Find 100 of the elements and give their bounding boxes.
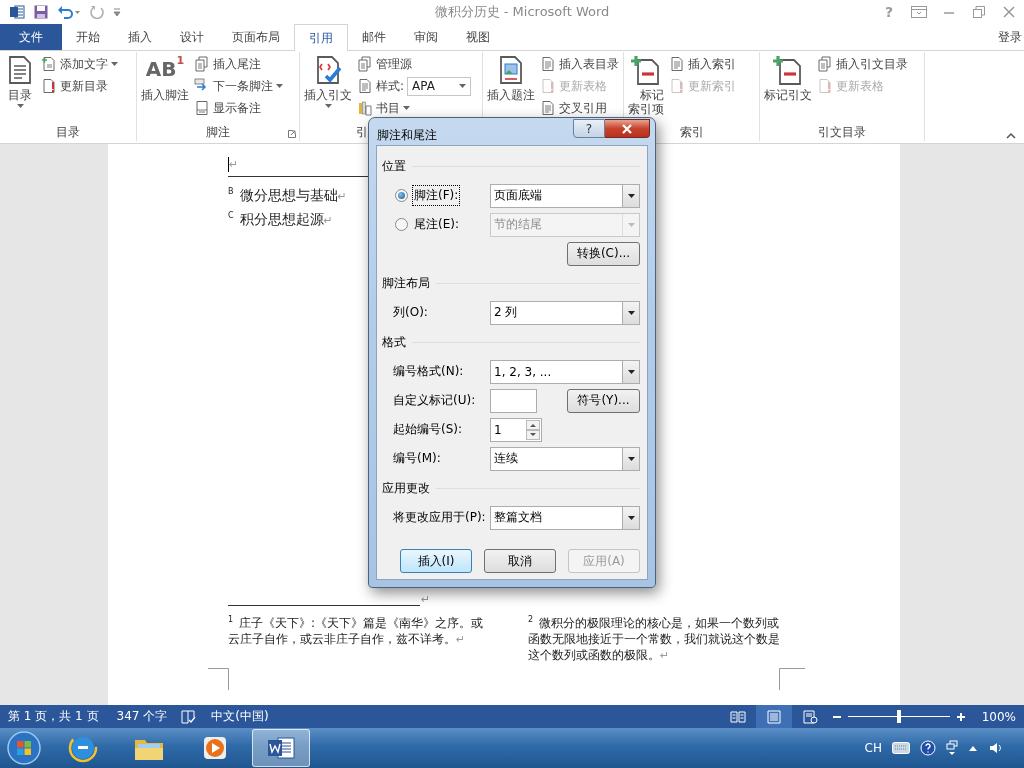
- page-lines-icon: [540, 100, 556, 116]
- ribbon-button[interactable]: 管理源: [355, 53, 474, 75]
- ribbon-button[interactable]: 更新目录: [39, 75, 120, 97]
- print-layout-icon[interactable]: [755, 705, 792, 728]
- endnote-text: $^{C}$ 积分思想起源↵: [228, 209, 333, 229]
- field-label: 编号格式(N):: [392, 363, 465, 380]
- ribbon-button[interactable]: 目录: [2, 52, 38, 110]
- dialog-button[interactable]: 取消: [484, 549, 556, 573]
- caret-icon: [627, 193, 635, 198]
- caret-icon: [459, 84, 467, 88]
- input-language[interactable]: CH: [864, 741, 882, 755]
- ribbon-button[interactable]: 标记引文: [762, 52, 814, 104]
- caret-icon: [627, 515, 635, 520]
- page-alert-icon: [540, 78, 556, 94]
- page-alert-icon: [669, 78, 685, 94]
- ribbon-display-icon[interactable]: [911, 6, 927, 18]
- dropdown-field[interactable]: 连续: [490, 446, 640, 471]
- radio-label: 尾注(E):: [413, 216, 460, 233]
- caret-icon: [627, 310, 635, 315]
- dialog-help-button[interactable]: ?: [573, 119, 605, 138]
- ribbon-tab[interactable]: 引用: [294, 24, 348, 51]
- page-alert-icon: [817, 78, 833, 94]
- group-label: 引文目录: [818, 123, 866, 141]
- group-label: 引: [356, 123, 368, 141]
- dropdown-field[interactable]: 1, 2, 3, ...: [490, 359, 640, 384]
- page-lines-icon: [669, 56, 685, 72]
- word-icon[interactable]: [252, 729, 310, 767]
- ribbon-button[interactable]: 添加文字: [39, 53, 120, 75]
- dropdown-field[interactable]: 页面底端: [490, 183, 640, 208]
- sign-in-link[interactable]: 登录: [998, 28, 1024, 46]
- page-lines-icon: [357, 78, 373, 94]
- page-alert-icon: [41, 78, 57, 94]
- caret-icon: [627, 456, 635, 461]
- paragraph-mark: ↵: [229, 157, 239, 171]
- dropdown-field[interactable]: 2 列: [490, 300, 640, 325]
- caret-icon: [627, 222, 635, 227]
- restore-icon[interactable]: [973, 6, 985, 18]
- input-field[interactable]: [490, 388, 537, 413]
- crop-mark: [208, 668, 229, 690]
- ribbon-button[interactable]: 书目: [355, 97, 474, 119]
- field-label: 列(O):: [392, 304, 429, 321]
- books-icon: [357, 100, 373, 116]
- dialog-title: 脚注和尾注: [376, 127, 437, 144]
- symbol-button[interactable]: 符号(Y)...: [567, 388, 640, 413]
- section-heading: 应用更改: [382, 479, 430, 497]
- footnote-text: $^{2}$ 微积分的极限理论的核心是，如果一个数列或函数无限地接近于一个常数，我们就说这个数是这个数列或函数的极限。↵: [528, 614, 781, 664]
- style-dropdown[interactable]: APA: [407, 76, 472, 96]
- word-count[interactable]: 347 个字: [116, 708, 168, 725]
- ribbon-button[interactable]: 插入引文: [302, 52, 354, 110]
- radio-label: 脚注(F):: [412, 185, 461, 206]
- zoom-in-icon[interactable]: [955, 711, 966, 722]
- crop-mark: [779, 668, 805, 690]
- ribbon-button[interactable]: 插入题注: [485, 52, 537, 104]
- group-label: 脚注: [206, 123, 230, 141]
- dropdown-field[interactable]: 整篇文档: [490, 505, 640, 530]
- zoom-slider-thumb[interactable]: [896, 710, 901, 723]
- ribbon-button[interactable]: 显示备注: [192, 97, 285, 119]
- close-icon: [621, 123, 633, 134]
- customize-icon[interactable]: [113, 7, 121, 17]
- page-lines-icon: [540, 56, 556, 72]
- group-label: 索引: [679, 123, 704, 141]
- window-title: 微积分历史 - Microsoft Word: [433, 3, 610, 21]
- ribbon-button[interactable]: 插入引文目录: [815, 53, 910, 75]
- dialog-launcher-icon[interactable]: [288, 130, 296, 138]
- file-tab[interactable]: 文件: [0, 24, 62, 50]
- group-label: 目录: [56, 123, 80, 141]
- section-heading: 脚注布局: [382, 274, 430, 292]
- volume-icon[interactable]: [988, 740, 1004, 756]
- zoom-level[interactable]: 100%: [981, 709, 1016, 724]
- word-icon[interactable]: [9, 4, 25, 20]
- spinner-arrows-icon[interactable]: [526, 419, 540, 440]
- section-heading: 格式: [382, 333, 406, 351]
- ribbon-button[interactable]: 标记索引项: [626, 52, 666, 118]
- help-icon[interactable]: [920, 740, 936, 756]
- field-label: 编号(M):: [392, 450, 442, 467]
- ribbon-button[interactable]: 下一条脚注: [192, 75, 285, 97]
- language-label[interactable]: 中文(中国): [211, 708, 269, 725]
- pages-icon: [817, 56, 833, 72]
- page-count[interactable]: 第 1 页，共 1 页: [8, 708, 99, 725]
- radio-button[interactable]: [395, 189, 408, 202]
- endnote-text: $^{B}$ 微分思想与基础↵: [228, 185, 347, 205]
- ribbon-button[interactable]: 插入索引: [667, 53, 738, 75]
- page-note-icon: [194, 100, 210, 116]
- ribbon-button[interactable]: 插入表目录: [538, 53, 621, 75]
- proofing-icon[interactable]: [181, 709, 198, 724]
- show-hidden-icon[interactable]: [968, 744, 978, 752]
- dialog-close-button[interactable]: [605, 119, 650, 138]
- collapse-ribbon-icon[interactable]: [1006, 132, 1016, 139]
- dialog-button[interactable]: 插入(I): [400, 549, 472, 573]
- section-heading: 位置: [382, 157, 406, 175]
- undo-icon[interactable]: [57, 4, 81, 20]
- close-icon[interactable]: [1003, 6, 1015, 18]
- convert-button[interactable]: 转换(C)...: [567, 241, 640, 266]
- spinner-field[interactable]: 1: [490, 417, 542, 442]
- pages-icon: [357, 56, 373, 72]
- save-icon[interactable]: [33, 4, 49, 20]
- ribbon-button[interactable]: 插入尾注: [192, 53, 285, 75]
- network-icon[interactable]: [946, 740, 958, 756]
- style-label: 样式:: [376, 77, 405, 95]
- page-plus-icon: [41, 56, 57, 72]
